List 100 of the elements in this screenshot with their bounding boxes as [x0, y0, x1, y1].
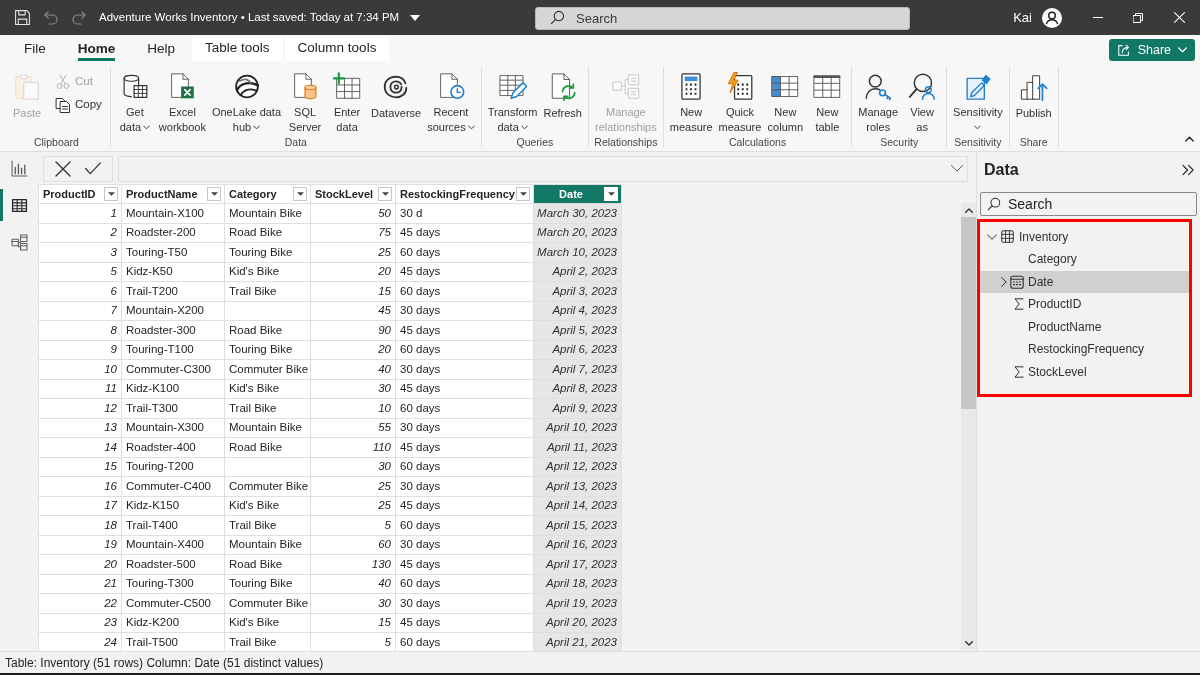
recent-sources-button[interactable]: Recent sources [425, 67, 477, 135]
table-cell: Commuter Bike [225, 477, 311, 497]
tree-item[interactable]: StockLevel [980, 360, 1189, 383]
table-cell: 20 [39, 555, 122, 575]
column-header[interactable]: StockLevel [311, 184, 396, 204]
table-cell: 20 [311, 262, 396, 282]
table-cell: Mountain-X200 [122, 301, 225, 321]
column-header[interactable]: ProductID [39, 184, 122, 204]
filter-dropdown-button[interactable] [104, 187, 118, 201]
table-grid-icon [10, 196, 28, 214]
table-cell: April 13, 2023 [534, 477, 622, 497]
table-cell: March 10, 2023 [534, 243, 622, 263]
table-cell: 30 days [396, 360, 534, 380]
table-cell: 45 days [396, 496, 534, 516]
table-cell: Touring-T200 [122, 457, 225, 477]
magnifier-person-icon [907, 72, 938, 101]
ribbon-tab[interactable]: Table tools [192, 36, 283, 61]
collapse-pane-button[interactable] [1180, 162, 1196, 178]
filter-dropdown-button[interactable] [293, 187, 307, 201]
redo-button[interactable] [71, 9, 87, 26]
sensitivity-button[interactable]: Sensitivity [951, 67, 1005, 135]
share-icon [1116, 43, 1131, 57]
table-cell: 30 days [396, 477, 534, 497]
table-cell: 30 [311, 457, 396, 477]
ribbon-tab[interactable]: Help [136, 37, 187, 61]
table-cell: 30 days [396, 594, 534, 614]
vertical-scrollbar[interactable] [961, 203, 976, 650]
undo-icon [43, 9, 59, 26]
table-cell: April 18, 2023 [534, 574, 622, 594]
new-table-button[interactable]: New table [807, 67, 848, 135]
quick-measure-button[interactable]: Quick measure [716, 67, 764, 135]
view-as-button[interactable]: View as [902, 67, 943, 135]
get-data-button[interactable]: Get data [114, 67, 155, 135]
table-cell: April 3, 2023 [534, 282, 622, 302]
dataverse-button[interactable]: Dataverse [369, 67, 424, 135]
table-cell: 90 [311, 321, 396, 341]
tree-item[interactable]: Inventory [980, 225, 1189, 248]
table-cell: 45 [311, 301, 396, 321]
table-icon [812, 72, 843, 101]
excel-workbook-button[interactable]: Excel workbook [156, 67, 208, 135]
table-cell: 12 [39, 399, 122, 419]
share-button[interactable]: Share [1108, 39, 1195, 61]
refresh-button[interactable]: Refresh [541, 67, 584, 135]
group-label: Calculations [727, 135, 788, 149]
filter-dropdown-button[interactable] [516, 187, 530, 201]
column-header[interactable]: RestockingFrequency [396, 184, 534, 204]
bars-arrow-icon [1018, 72, 1049, 102]
table-plus-icon [332, 72, 363, 101]
table-cell: 5 [311, 516, 396, 536]
bar-chart-icon [10, 159, 28, 177]
publish-button[interactable]: Publish [1013, 67, 1054, 135]
column-header[interactable]: Date [534, 184, 622, 204]
column-header[interactable]: Category [225, 184, 311, 204]
chevron-down-icon [467, 125, 475, 130]
table-cell: April 12, 2023 [534, 457, 622, 477]
copy-button[interactable]: Copy [53, 94, 104, 116]
table-cell: Touring Bike [225, 340, 311, 360]
search-field[interactable]: Search [535, 7, 910, 30]
manage-roles-button[interactable]: Manage roles [856, 67, 901, 135]
linked-tables-icon [10, 233, 28, 251]
status-text: Table: Inventory (51 rows) Column: Date (51 distinct values) [5, 654, 324, 672]
transform-data-button[interactable]: Transform data [485, 67, 540, 135]
enter-data-button[interactable]: Enter data [327, 67, 368, 135]
table-cell: 30 days [396, 301, 534, 321]
table-cell: April 15, 2023 [534, 516, 622, 536]
scrollbar-thumb[interactable] [961, 217, 976, 409]
caret-down-icon [607, 192, 615, 196]
table-cell: 24 [39, 633, 122, 651]
user-name: Kai [1013, 8, 1032, 27]
table-cell: 30 [311, 379, 396, 399]
column-header[interactable]: ProductName [122, 184, 225, 204]
tree-item[interactable]: ProductName [980, 315, 1189, 338]
table-cell: 50 [311, 204, 396, 224]
chevron-down-icon [974, 125, 982, 130]
tree-item[interactable]: ProductID [980, 293, 1189, 316]
ribbon-tab[interactable]: File [13, 37, 57, 61]
filter-dropdown-button[interactable] [378, 187, 392, 201]
sql-server-button[interactable]: SQL Server [285, 67, 326, 135]
ribbon-tab[interactable]: Home [66, 37, 127, 61]
ribbon-tab[interactable]: Column tools [284, 36, 390, 61]
search-field[interactable]: Search [980, 192, 1197, 216]
onelake-data-hub-button[interactable]: OneLake data hub [209, 67, 284, 135]
table-cell: Roadster-400 [122, 438, 225, 458]
table-cell: Kidz-K150 [122, 496, 225, 516]
formula-input[interactable] [118, 155, 968, 182]
tree-item[interactable]: Category [980, 248, 1189, 271]
new-measure-button[interactable]: New measure [667, 67, 715, 135]
table-cell: 110 [311, 438, 396, 458]
table-cell: Commuter Bike [225, 360, 311, 380]
save-button[interactable] [14, 9, 31, 26]
tree-item[interactable]: Date [980, 270, 1189, 293]
new-column-button[interactable]: New column [765, 67, 806, 135]
filter-dropdown-button[interactable] [207, 187, 221, 201]
tree-item[interactable]: RestockingFrequency [980, 338, 1189, 361]
caret-down-icon [210, 192, 218, 196]
table-cell: Trail-T400 [122, 516, 225, 536]
undo-button[interactable] [43, 9, 59, 26]
table-cell: 55 [311, 418, 396, 438]
table-cell: Mountain-X400 [122, 535, 225, 555]
check-icon [84, 162, 102, 175]
